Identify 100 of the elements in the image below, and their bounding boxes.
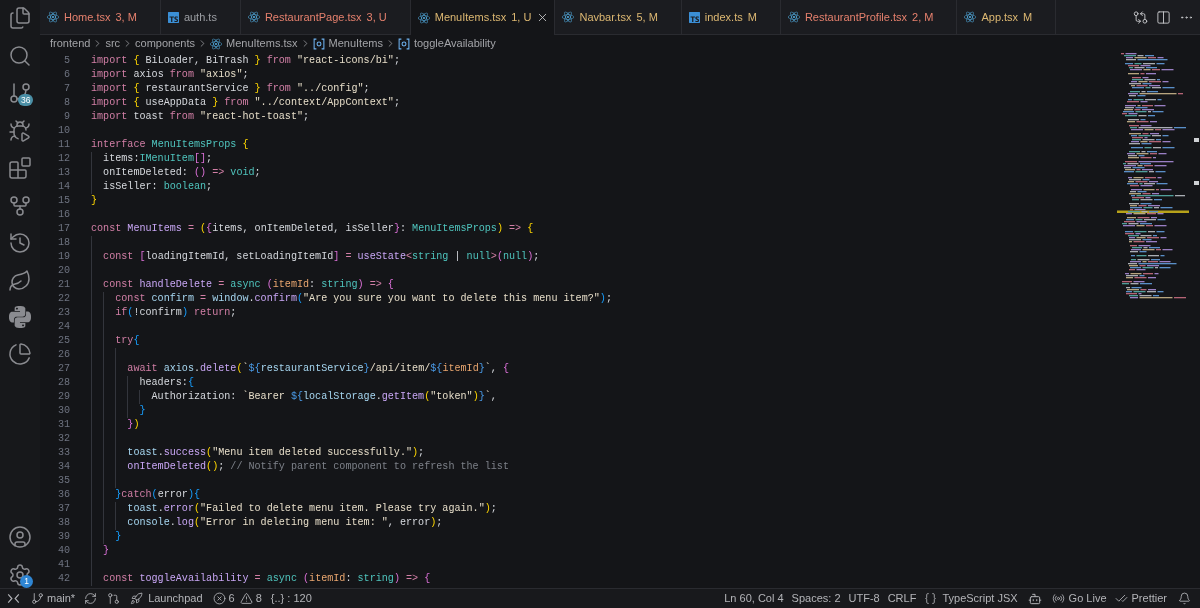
- line-number: 8: [62, 96, 70, 110]
- atom-icon: [247, 11, 260, 23]
- line-number: 37: [56, 502, 70, 516]
- status-text[interactable]: UTF-8: [844, 590, 884, 607]
- line-number: 42: [56, 572, 70, 586]
- line-number: 18: [56, 236, 70, 250]
- circle-x-icon: [212, 592, 226, 605]
- code-line: const MenuItems = ({items, onItemDeleted, isSeller}: MenuItemsProps) => {: [91, 222, 534, 236]
- python-icon[interactable]: [9, 306, 31, 328]
- line-number: 14: [56, 180, 70, 194]
- editor-tab[interactable]: RestaurantPage.tsx 3, U: [240, 0, 411, 35]
- leaf-icon[interactable]: [8, 268, 32, 293]
- code-line: toast.error("Failed to delete menu item. Please try again.");: [127, 502, 497, 516]
- line-number: 41: [56, 558, 70, 572]
- problems-item[interactable]: 6 8: [207, 590, 267, 607]
- go-live-item[interactable]: Go Live: [1047, 590, 1111, 607]
- code-line: if(!confirm) return;: [115, 306, 237, 320]
- status-text[interactable]: {..} : 120: [266, 590, 316, 607]
- editor-tab[interactable]: auth.ts: [160, 0, 241, 35]
- double-check-icon: [1114, 592, 1128, 605]
- line-number: 29: [56, 390, 70, 404]
- line-number: 23: [56, 306, 70, 320]
- breadcrumb-item[interactable]: src: [105, 35, 121, 52]
- editor-tab[interactable]: Navbar.tsx 5, M: [555, 0, 682, 35]
- git-branch-icon: [31, 592, 44, 605]
- code-line: import toast from "react-hot-toast";: [91, 110, 310, 124]
- line-number: 5: [62, 54, 70, 68]
- blocks-icon[interactable]: [8, 156, 32, 180]
- editor-tab[interactable]: MenuItems.tsx 1, U: [410, 0, 556, 35]
- breadcrumb-item[interactable]: toggleAvailability: [397, 35, 496, 52]
- code-line: }: [139, 404, 146, 418]
- history-icon[interactable]: [8, 231, 32, 255]
- symbol-icon: [312, 37, 325, 50]
- line-number: 28: [56, 376, 70, 390]
- status-text[interactable]: Ln 60, Col 4: [720, 590, 788, 607]
- line-number: 17: [56, 222, 70, 236]
- code-line: const toggleAvailability = async (itemId: string) => {: [103, 572, 431, 586]
- line-number: 25: [56, 334, 70, 348]
- line-number: 40: [56, 544, 70, 558]
- editor-tab[interactable]: index.ts M: [681, 0, 781, 35]
- code-line: await axios.delete(`${restaurantService}/api/item/${itemId}`, {: [127, 362, 510, 376]
- settings-icon[interactable]: [8, 563, 32, 587]
- line-number: 22: [56, 292, 70, 306]
- git-fork-icon[interactable]: [8, 193, 32, 218]
- status-text[interactable]: CRLF: [883, 590, 921, 607]
- line-number: 38: [56, 516, 70, 530]
- code-line: items:IMenuItem[];: [103, 152, 213, 166]
- status-text[interactable]: Spaces: 2: [787, 590, 845, 607]
- atom-icon: [787, 11, 800, 23]
- braces-icon: [924, 592, 938, 605]
- ts-file-icon: [167, 11, 179, 23]
- robot-icon[interactable]: [1027, 591, 1042, 606]
- editor-tab[interactable]: RestaurantProfile.tsx 2, M: [780, 0, 958, 35]
- user-circle-icon[interactable]: [8, 525, 32, 549]
- broadcast-icon: [1051, 592, 1065, 605]
- code-line: import { restaurantService } from "../config";: [91, 82, 370, 96]
- breadcrumb-item[interactable]: components: [135, 35, 195, 52]
- line-number: 27: [56, 362, 70, 376]
- symbol-icon: [397, 37, 410, 50]
- breadcrumb-item[interactable]: MenuItems.tsx: [210, 35, 298, 52]
- atom-icon: [47, 11, 59, 23]
- git-compare-icon[interactable]: [1133, 9, 1148, 25]
- double-chevron-icon[interactable]: [7, 592, 20, 605]
- branch-item[interactable]: main*: [27, 590, 80, 607]
- bell-icon[interactable]: [1178, 592, 1191, 605]
- line-number: 13: [56, 166, 70, 180]
- breadcrumb-item[interactable]: frontend: [50, 35, 91, 52]
- bug-play-icon[interactable]: [8, 118, 32, 143]
- line-number: 33: [56, 446, 70, 460]
- line-number: 21: [56, 278, 70, 292]
- breadcrumb-item[interactable]: MenuItems: [312, 35, 383, 52]
- editor-tab[interactable]: Home.tsx 3, M: [40, 0, 161, 35]
- atom-icon: [964, 11, 977, 23]
- git-branch-icon[interactable]: [8, 81, 32, 105]
- code-line: const [loadingItemId, setLoadingItemId] = useState<string | null>(null);: [103, 250, 540, 264]
- code-line: isSeller: boolean;: [103, 180, 213, 194]
- count-badge: 1: [20, 575, 33, 588]
- code-line: import { BiLoader, BiTrash } from "react-icons/bi";: [91, 54, 400, 68]
- language-item[interactable]: TypeScript JSX: [920, 590, 1022, 607]
- files-icon[interactable]: [8, 6, 32, 30]
- code-line: Authorization: `Bearer ${localStorage.getItem("token")}`,: [151, 390, 497, 404]
- line-number: 31: [56, 418, 70, 432]
- columns-icon[interactable]: [1156, 9, 1171, 25]
- line-number: 12: [56, 152, 70, 166]
- editor-tab[interactable]: App.tsx M: [957, 0, 1057, 35]
- formatter-item[interactable]: Prettier: [1110, 590, 1171, 607]
- pie-chart-icon[interactable]: [8, 341, 32, 366]
- launchpad-item[interactable]: Launchpad: [125, 590, 208, 607]
- sync-icon[interactable]: [84, 592, 98, 605]
- code-line: console.log("Error in deleting menu item: ", error);: [127, 516, 443, 530]
- pull-request-icon[interactable]: [107, 592, 121, 605]
- line-number: 30: [56, 404, 70, 418]
- search-icon[interactable]: [8, 43, 32, 68]
- code-line: onItemDeleted: () => void;: [103, 166, 261, 180]
- line-number: 9: [62, 110, 70, 124]
- code-line: }): [127, 418, 140, 432]
- code-line: toast.success("Menu item deleted successfully.");: [127, 446, 425, 460]
- count-badge: 36: [18, 94, 34, 106]
- code-line: import axios from "axios";: [91, 68, 249, 82]
- line-number: 36: [56, 488, 70, 502]
